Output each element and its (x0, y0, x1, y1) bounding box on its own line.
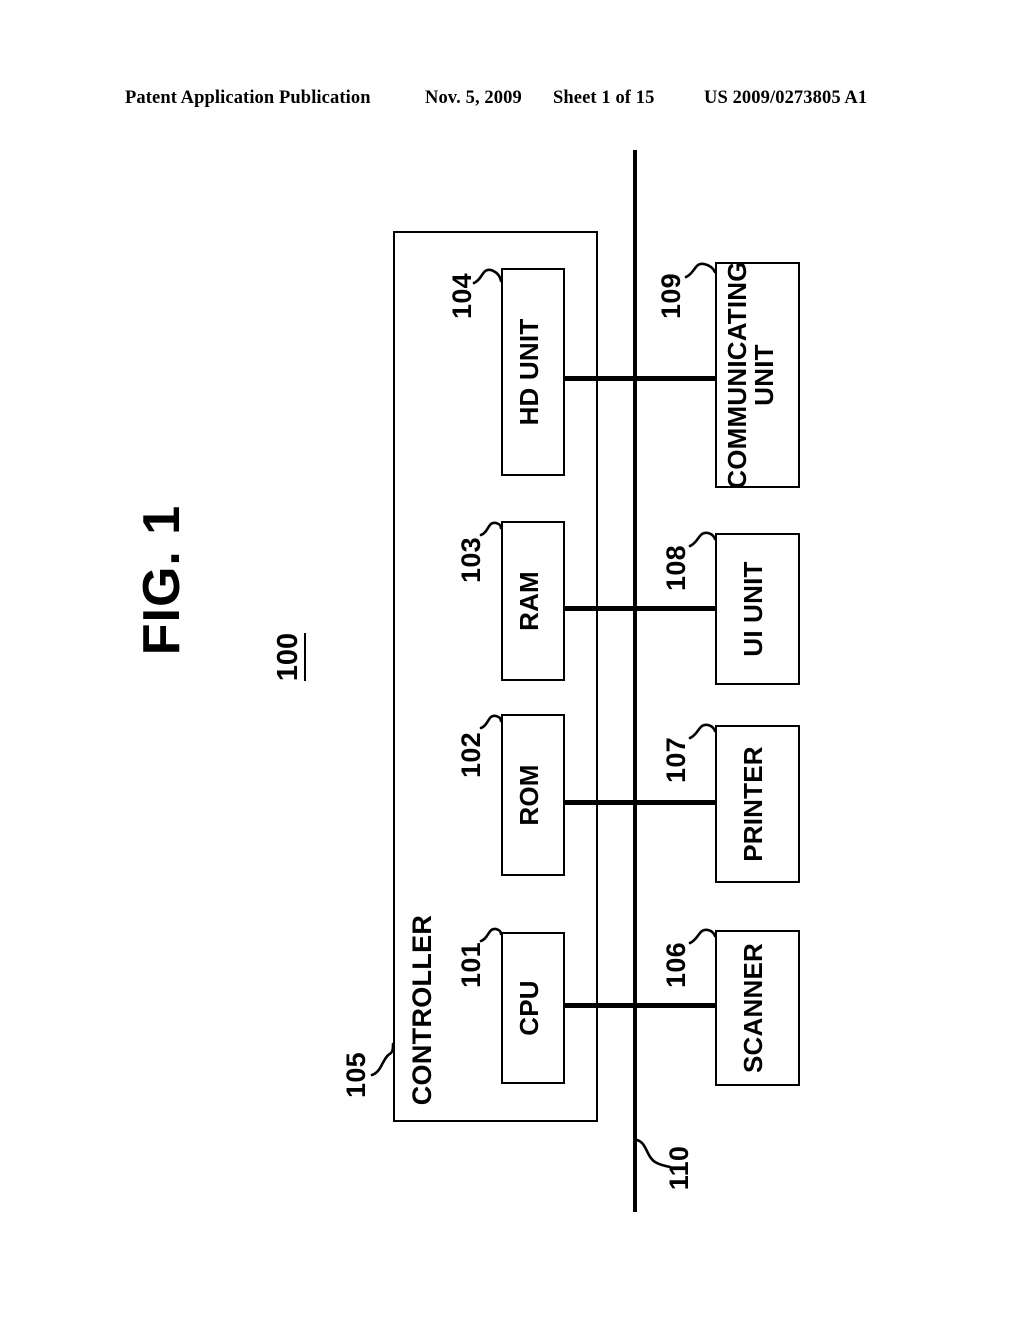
communicating-unit-line2: UNIT (749, 344, 780, 406)
reference-numeral-104: 104 (447, 273, 477, 319)
unit-label-ram: RAM (514, 571, 544, 631)
unit-label-ui-unit: UI UNIT (738, 561, 768, 657)
system-bus-line (633, 150, 637, 1212)
reference-numeral-102: 102 (456, 732, 486, 778)
reference-numeral-110: 110 (664, 1145, 694, 1191)
connector-hdunit-communicating (565, 376, 715, 381)
communicating-unit-line1: COMMUNICATING (722, 261, 752, 489)
reference-numeral-101: 101 (456, 942, 486, 988)
figure-title: FIG. 1 (133, 504, 191, 656)
connector-rom-printer (565, 800, 715, 805)
unit-label-scanner: SCANNER (738, 943, 768, 1073)
patent-figure-diagram: FIG. 1 100 CONTROLLER CPU ROM RAM HD UNI… (0, 0, 1024, 1320)
figure-system-reference: 100 (272, 612, 313, 702)
unit-label-cpu: CPU (514, 980, 544, 1036)
unit-label-communicating-unit: COMMUNICATING UNIT (722, 235, 790, 515)
reference-numeral-107: 107 (661, 737, 691, 783)
system-ref-value: 100 (272, 632, 307, 682)
reference-numeral-106: 106 (661, 942, 691, 988)
reference-numeral-105: 105 (341, 1052, 371, 1098)
controller-label: CONTROLLER (407, 914, 437, 1106)
reference-numeral-108: 108 (661, 545, 691, 591)
unit-label-rom: ROM (514, 764, 544, 826)
reference-numeral-109: 109 (656, 273, 686, 319)
connector-ram-uiunit (565, 606, 715, 611)
connector-cpu-scanner (565, 1003, 715, 1008)
unit-label-hd-unit: HD UNIT (514, 318, 544, 426)
leader-line-105 (370, 1042, 395, 1077)
unit-label-printer: PRINTER (738, 746, 768, 862)
leader-line-109 (684, 262, 717, 279)
reference-numeral-103: 103 (456, 537, 486, 583)
